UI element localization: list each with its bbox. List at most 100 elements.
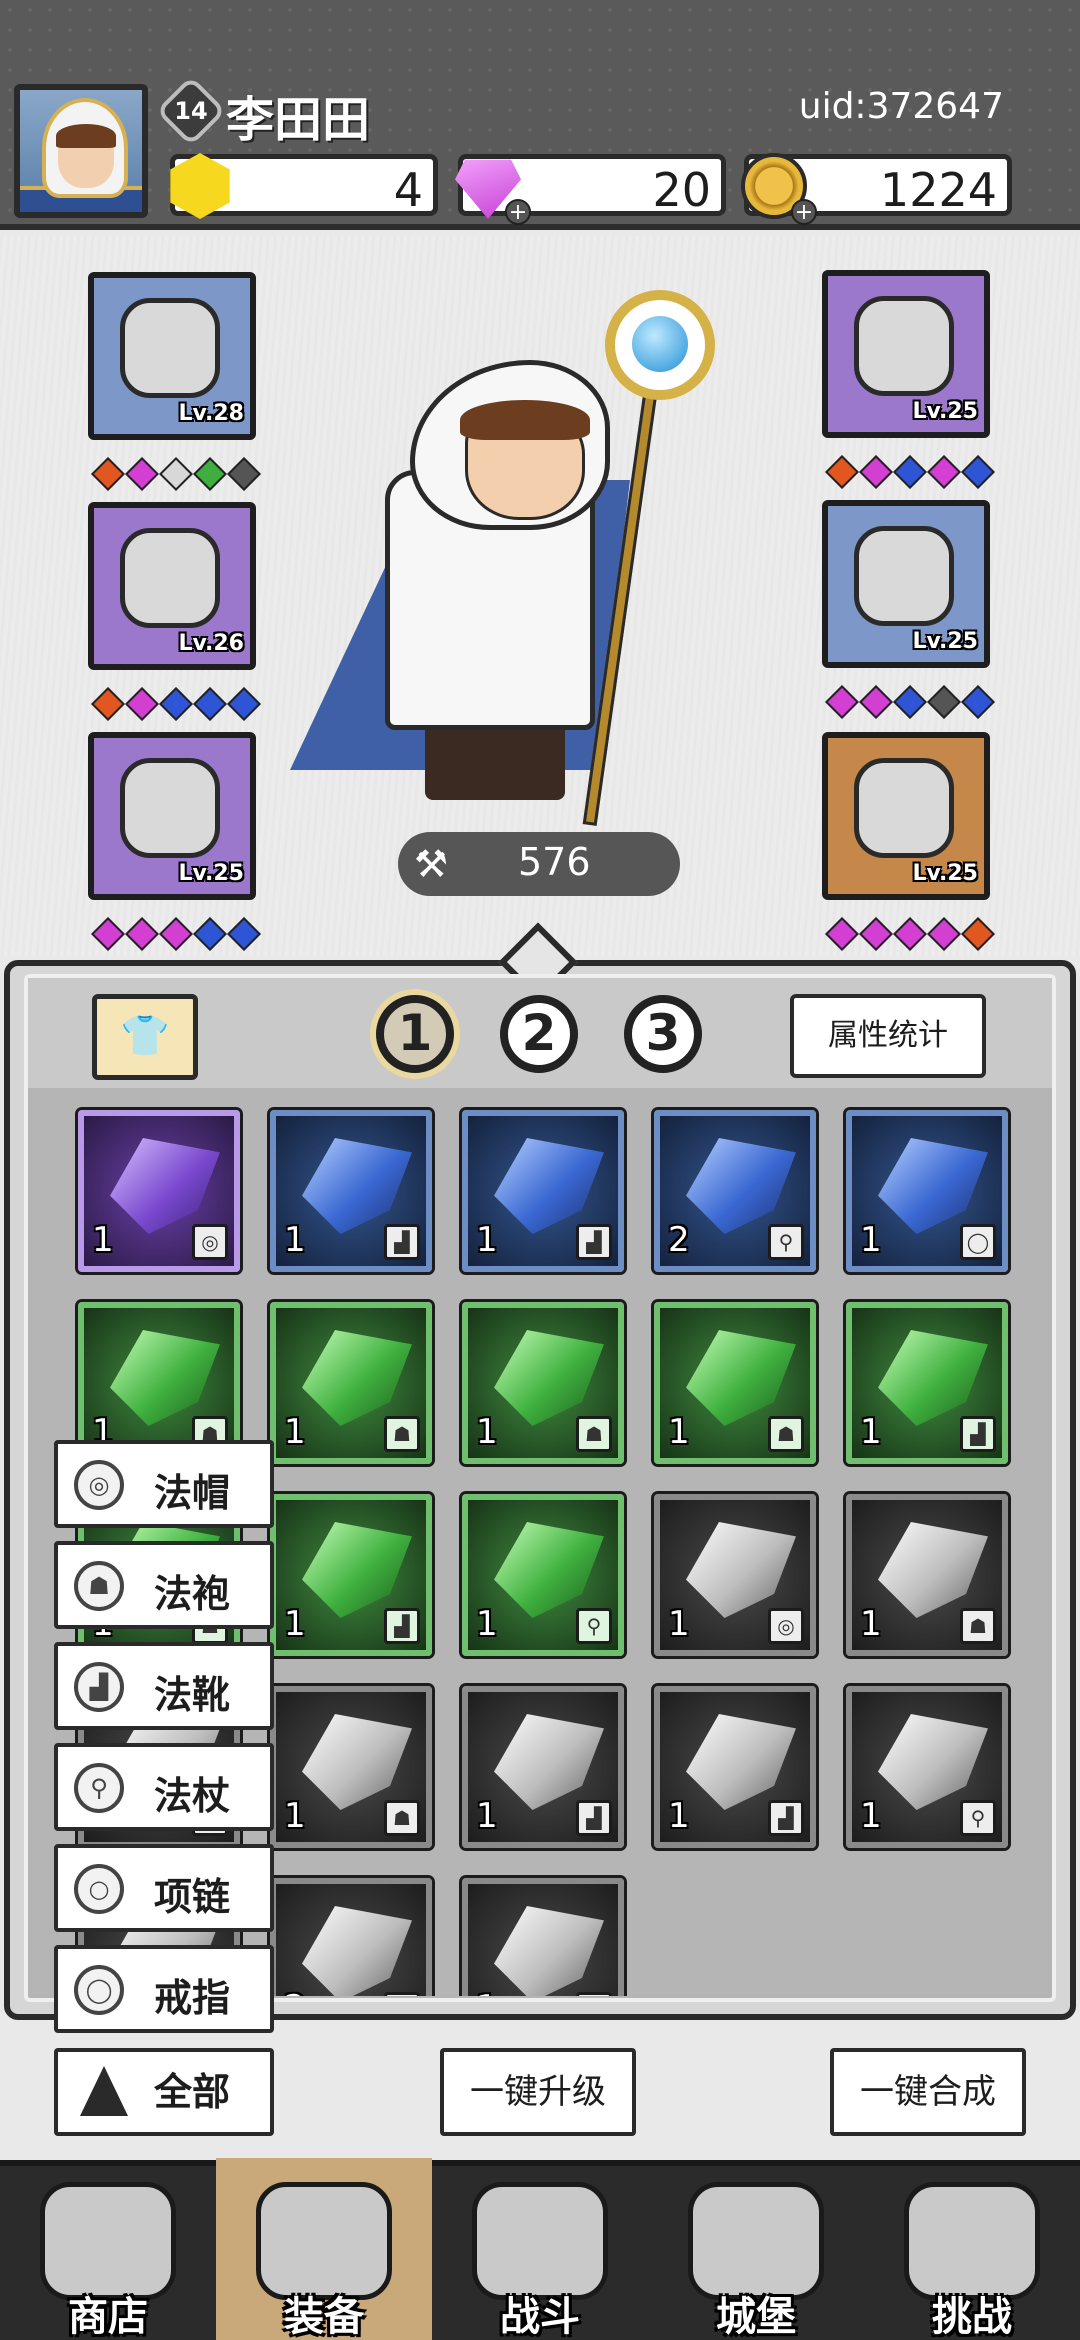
boots-icon: ▟: [576, 1224, 612, 1260]
hat-icon: ◎: [74, 1460, 124, 1510]
boots-icon: ▟: [384, 1224, 420, 1260]
staff-icon: ⚲: [960, 1800, 996, 1836]
inventory-item[interactable]: 1 ▟: [846, 1302, 1008, 1464]
add-diamond-icon[interactable]: +: [505, 199, 531, 225]
inventory-item[interactable]: 1☗: [846, 1494, 1008, 1656]
gem-icon: [159, 687, 193, 721]
crystal-icon: [686, 1522, 796, 1618]
inventory-item[interactable]: 1☗: [654, 1302, 816, 1464]
staff-icon: ⚲: [576, 1608, 612, 1644]
energy-value: 4: [393, 163, 423, 217]
gem-icon: [227, 917, 261, 951]
gold-bar[interactable]: + 1224: [741, 153, 1012, 225]
hood-icon: [120, 298, 220, 398]
upgrade-all-button[interactable]: 一键升级: [440, 2048, 636, 2136]
crossed-swords-icon: [472, 2182, 608, 2300]
inventory-item[interactable]: 1 ⚲: [846, 1686, 1008, 1848]
inventory-item[interactable]: 1 ◯: [846, 1110, 1008, 1272]
crystal-icon: [686, 1138, 796, 1234]
inventory-item[interactable]: 1 ◎: [78, 1110, 240, 1272]
inventory-item[interactable]: 1 ▟: [462, 1110, 624, 1272]
item-count: 1: [284, 1220, 306, 1260]
inventory-item[interactable]: 1☗: [270, 1686, 432, 1848]
player-level-badge: 14: [155, 75, 227, 147]
inventory-item[interactable]: 1 ▟: [462, 1686, 624, 1848]
robe-icon: ☗: [768, 1416, 804, 1452]
add-gold-icon[interactable]: +: [791, 199, 817, 225]
inventory-item[interactable]: 1 ▟: [270, 1494, 432, 1656]
nav-equipment[interactable]: 装备: [216, 2158, 432, 2340]
gem-icon: [859, 917, 893, 951]
preset-3-button[interactable]: 3: [624, 995, 702, 1073]
hat-icon: ◎: [192, 1224, 228, 1260]
boot-icon: ▟: [74, 1662, 124, 1712]
nav-challenge[interactable]: 挑战: [864, 2158, 1080, 2340]
crystal-icon: [494, 1906, 604, 1996]
crystal-icon: [302, 1714, 412, 1810]
gold-value: 1224: [879, 163, 997, 217]
boots-icon: ▟: [960, 1416, 996, 1452]
item-count: 2: [284, 1988, 306, 1996]
diamond-bar[interactable]: + 20: [455, 154, 726, 225]
necklace-icon: [854, 758, 954, 858]
crystal-icon: [110, 1138, 220, 1234]
item-count: 1: [860, 1604, 882, 1644]
item-count: 2: [668, 1220, 690, 1260]
inventory-item[interactable]: 1 ⚲: [462, 1494, 624, 1656]
filter-boots[interactable]: ▟ 法靴: [54, 1642, 274, 1730]
filter-robe[interactable]: ☗ 法袍: [54, 1541, 274, 1629]
nav-castle[interactable]: 城堡: [648, 2158, 864, 2340]
locked-shield-icon: [904, 2182, 1040, 2300]
merge-all-button[interactable]: 一键合成: [830, 2048, 1026, 2136]
equip-slot-ring[interactable]: Lv.25: [822, 500, 990, 668]
outfit-shirt-icon[interactable]: 👕: [92, 994, 198, 1080]
equip-slot-staff[interactable]: Lv.25: [822, 270, 990, 438]
crystal-icon: [110, 1330, 220, 1426]
robe-icon: ☗: [74, 1561, 124, 1611]
preset-2-button[interactable]: 2: [500, 995, 578, 1073]
item-count: 1: [284, 1796, 306, 1836]
equip-slot-necklace[interactable]: Lv.25: [822, 732, 990, 900]
ring-icon: ◯: [960, 1224, 996, 1260]
inventory-item[interactable]: 1 ▟: [270, 1110, 432, 1272]
power-value: 576: [518, 840, 591, 884]
inventory-item[interactable]: 1☗: [462, 1302, 624, 1464]
gem-icon: [193, 917, 227, 951]
gem-icon: [159, 457, 193, 491]
nav-shop[interactable]: 商店: [0, 2158, 216, 2340]
gem-icon: [125, 457, 159, 491]
inventory-item[interactable]: 2 ⚲: [654, 1110, 816, 1272]
player-avatar[interactable]: [14, 84, 148, 218]
gem-icon: [927, 917, 961, 951]
gem-icon: [961, 455, 995, 489]
gem-icon: [159, 917, 193, 951]
item-count: 1: [92, 1220, 114, 1260]
equip-slot-boots[interactable]: Lv.25: [88, 732, 256, 900]
inventory-item[interactable]: 1☗: [462, 1878, 624, 1996]
gem-icon: [825, 685, 859, 719]
filter-staff[interactable]: ⚲ 法杖: [54, 1743, 274, 1831]
inventory-item[interactable]: 1 ▟: [654, 1686, 816, 1848]
inventory-item[interactable]: 1☗: [270, 1302, 432, 1464]
inventory-item[interactable]: 1 ◎: [654, 1494, 816, 1656]
power-icon: ⚒: [414, 842, 449, 886]
equip-slot-hat[interactable]: Lv.28: [88, 272, 256, 440]
filter-all-button[interactable]: 全部: [54, 2048, 274, 2136]
boots-gem-row: [91, 917, 261, 951]
robe-icon: [120, 528, 220, 628]
gem-icon: [193, 457, 227, 491]
attribute-stats-button[interactable]: 属性统计: [790, 994, 986, 1078]
nav-battle[interactable]: 战斗: [432, 2158, 648, 2340]
boots-icon: ▟: [576, 1800, 612, 1836]
filter-hat[interactable]: ◎ 法帽: [54, 1440, 274, 1528]
preset-1-button[interactable]: 1: [376, 995, 454, 1073]
top-header: 14 李田田 uid:372647 4 + 20 + 1224: [0, 0, 1080, 230]
filter-necklace[interactable]: ○ 项链: [54, 1844, 274, 1932]
necklace-gem-row: [825, 917, 995, 951]
inventory-item[interactable]: 2☗: [270, 1878, 432, 1996]
gem-icon: [227, 687, 261, 721]
crystal-icon: [686, 1330, 796, 1426]
filter-ring[interactable]: ◯ 戒指: [54, 1945, 274, 2033]
crystal-icon: [878, 1714, 988, 1810]
equip-slot-robe[interactable]: Lv.26: [88, 502, 256, 670]
